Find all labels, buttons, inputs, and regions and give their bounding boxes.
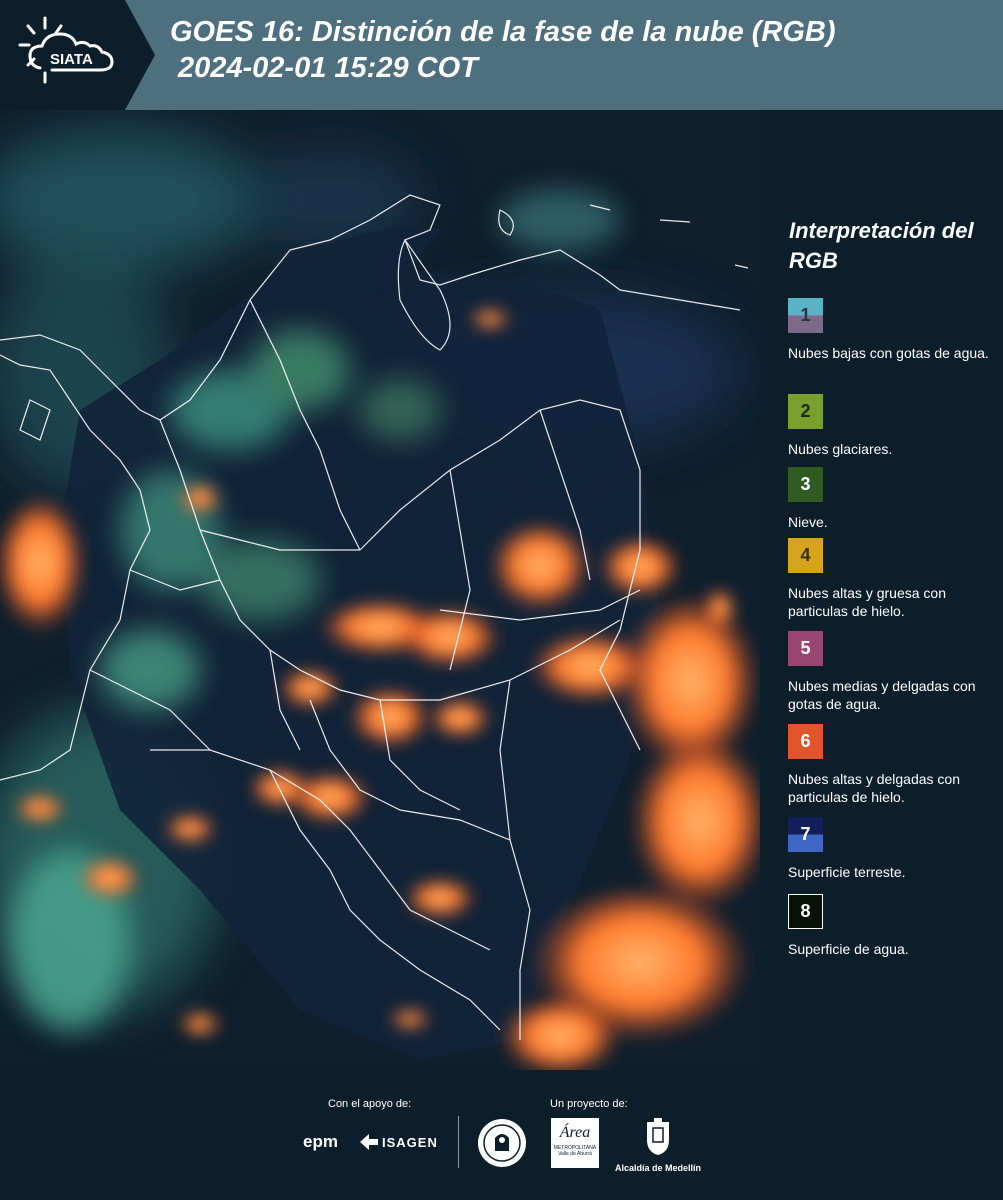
alcaldia-medellin-logo: Alcaldía de Medellín xyxy=(612,1118,704,1173)
header-bar: SIATA GOES 16: Distinción de la fase de … xyxy=(0,0,1003,110)
legend-swatch-2: 2 xyxy=(788,394,823,429)
area-logo-text: Área xyxy=(559,1124,591,1141)
support-caption: Con el apoyo de: xyxy=(328,1098,412,1110)
legend-item-3: 3 Nieve. xyxy=(788,467,998,531)
legend-label-4: Nubes altas y gruesa con particulas de h… xyxy=(788,585,946,619)
legend-label-8: Superficie de agua. xyxy=(788,941,909,957)
area-logo-subtext-2: Valle de Aburrá xyxy=(558,1151,592,1157)
satellite-map xyxy=(0,110,760,1070)
legend-title: Interpretación del RGB xyxy=(789,218,974,273)
project-caption: Un proyecto de: xyxy=(550,1098,628,1110)
siata-logo: SIATA xyxy=(0,0,155,110)
legend-panel: Interpretación del RGB 1 Nubes bajas con… xyxy=(760,110,1003,1070)
legend-swatch-7: 7 xyxy=(788,817,823,852)
legend-swatch-5: 5 xyxy=(788,631,823,666)
legend-item-6: 6 Nubes altas y delgadas con particulas … xyxy=(788,724,998,806)
medellin-shield-icon xyxy=(647,1118,669,1155)
area-metropolitana-logo: Área METROPOLITANA Valle de Aburrá xyxy=(551,1118,599,1168)
legend-item-2: 2 Nubes glaciares. xyxy=(788,394,998,458)
legend-label-2: Nubes glaciares. xyxy=(788,441,893,457)
title-line-1: GOES 16: Distinción de la fase de la nub… xyxy=(170,16,836,48)
isagen-mark-icon xyxy=(360,1134,378,1150)
legend-label-6: Nubes altas y delgadas con particulas de… xyxy=(788,771,960,805)
legend-swatch-8: 8 xyxy=(788,894,823,929)
epm-logo-text: epm xyxy=(303,1132,338,1151)
legend-label-7: Superficie terreste. xyxy=(788,864,906,880)
legend-label-1: Nubes bajas con gotas de agua. xyxy=(788,345,989,361)
siata-logo-text: SIATA xyxy=(50,51,93,68)
epm-logo: epm xyxy=(303,1132,338,1152)
footer: Con el apoyo de: Un proyecto de: epm ISA… xyxy=(0,1070,1003,1200)
legend-swatch-6: 6 xyxy=(788,724,823,759)
legend-item-4: 4 Nubes altas y gruesa con particulas de… xyxy=(788,538,998,620)
legend-item-7: 7 Superficie terreste. xyxy=(788,817,998,881)
legend-item-8: 8 Superficie de agua. xyxy=(788,894,998,958)
footer-divider xyxy=(458,1116,459,1168)
university-seal-logo xyxy=(477,1118,527,1173)
alcaldia-logo-text: Alcaldía de Medellín xyxy=(614,1163,702,1173)
legend-swatch-3: 3 xyxy=(788,467,823,502)
title-line-2: 2024-02-01 15:29 COT xyxy=(178,52,478,84)
legend-swatch-4: 4 xyxy=(788,538,823,573)
legend-item-5: 5 Nubes medias y delgadas con gotas de a… xyxy=(788,631,998,713)
legend-swatch-1: 1 xyxy=(788,298,823,333)
isagen-logo-text: ISAGEN xyxy=(382,1134,438,1150)
legend-item-1: 1 Nubes bajas con gotas de agua. xyxy=(788,298,998,362)
legend-label-3: Nieve. xyxy=(788,514,828,530)
legend-label-5: Nubes medias y delgadas con gotas de agu… xyxy=(788,678,976,712)
page-title: GOES 16: Distinción de la fase de la nub… xyxy=(170,14,836,86)
isagen-logo: ISAGEN xyxy=(360,1134,438,1150)
